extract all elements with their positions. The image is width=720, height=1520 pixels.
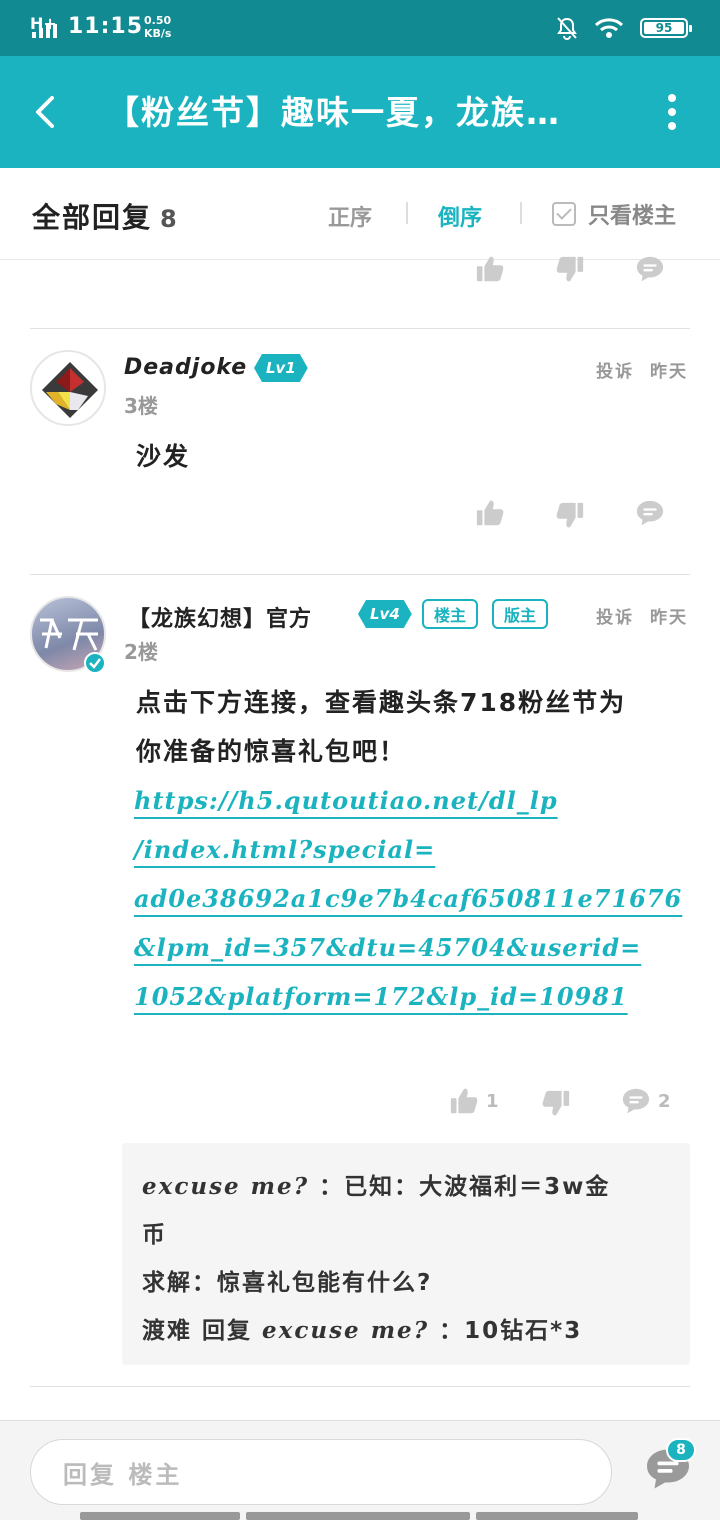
post-time: 昨天 bbox=[650, 362, 688, 382]
app-header: 【粉丝节】趣味一夏，龙族… bbox=[0, 56, 720, 168]
battery-icon: 95 bbox=[640, 18, 692, 38]
status-bar: H+ 11:15 0.50 KB/s 95 bbox=[0, 0, 720, 56]
like-button[interactable] bbox=[474, 254, 506, 284]
more-vertical-icon[interactable] bbox=[664, 94, 680, 130]
only-owner-toggle[interactable]: 只看楼主 bbox=[552, 198, 676, 230]
divider bbox=[30, 1386, 690, 1387]
avatar[interactable] bbox=[30, 350, 106, 426]
username[interactable]: 【龙族幻想】官方 bbox=[128, 601, 312, 633]
thumbs-up-icon bbox=[474, 498, 506, 528]
comment-icon bbox=[634, 254, 666, 284]
network-speed: 0.50 KB/s bbox=[144, 14, 172, 40]
like-button[interactable] bbox=[474, 498, 506, 528]
reply-input[interactable]: 回复 楼主 bbox=[30, 1439, 612, 1505]
reply-count-badge: 8 bbox=[666, 1438, 696, 1462]
signal-icon bbox=[32, 24, 57, 38]
divider bbox=[30, 328, 690, 329]
sort-descending-button[interactable]: 倒序 bbox=[438, 200, 482, 232]
comment-icon bbox=[634, 498, 666, 528]
bottom-bar: 回复 楼主 bbox=[0, 1420, 720, 1520]
link-line[interactable]: 1052&platform=172&lp_id=10981 bbox=[134, 972, 694, 1021]
back-arrow-icon[interactable] bbox=[28, 90, 68, 134]
post-link[interactable]: https://h5.qutoutiao.net/dl_lp /index.ht… bbox=[134, 776, 694, 1021]
moderator-badge: 版主 bbox=[492, 599, 549, 629]
floor-number: 2楼 bbox=[124, 640, 158, 664]
verified-icon bbox=[84, 652, 106, 674]
level-badge: Lv4 bbox=[358, 600, 412, 628]
dislike-button[interactable] bbox=[540, 1088, 572, 1118]
thumbs-up-icon bbox=[448, 1086, 480, 1116]
nav-indicator bbox=[80, 1512, 638, 1520]
checkbox-icon[interactable] bbox=[552, 202, 576, 226]
wifi-icon bbox=[594, 18, 624, 38]
like-button[interactable]: 1 bbox=[448, 1086, 499, 1116]
post-meta: 投诉 昨天 bbox=[596, 357, 688, 382]
post-content: 沙发 bbox=[136, 442, 191, 471]
floor-number: 3楼 bbox=[124, 394, 158, 418]
reply-count: 8 bbox=[160, 205, 179, 233]
post-time: 昨天 bbox=[650, 608, 688, 628]
only-owner-label: 只看楼主 bbox=[588, 204, 677, 229]
battery-level: 95 bbox=[655, 21, 673, 35]
comment-icon bbox=[620, 1086, 652, 1116]
sub-reply[interactable]: excuse me? ：已知：大波福利＝3w金 bbox=[142, 1163, 670, 1211]
link-line[interactable]: &lpm_id=357&dtu=45704&userid= bbox=[134, 923, 694, 972]
post-meta: 投诉 昨天 bbox=[596, 603, 688, 628]
separator bbox=[406, 202, 408, 224]
thumbs-down-icon bbox=[554, 500, 586, 530]
post-content: 点击下方连接，查看趣头条718粉丝节为 你准备的惊喜礼包吧！ bbox=[136, 688, 627, 766]
reply-sort-bar: 全部回复 8 正序 倒序 只看楼主 bbox=[0, 168, 720, 260]
page-title: 【粉丝节】趣味一夏，龙族… bbox=[106, 93, 561, 132]
all-replies-label: 全部回复 8 bbox=[32, 201, 179, 234]
clock: 11:15 bbox=[68, 14, 144, 39]
link-line[interactable]: https://h5.qutoutiao.net/dl_lp bbox=[134, 776, 694, 825]
thumbs-down-icon bbox=[554, 254, 586, 284]
divider bbox=[30, 574, 690, 575]
sub-reply[interactable]: 渡难 回复 excuse me? ：10钻石*3 bbox=[142, 1307, 670, 1355]
report-link[interactable]: 投诉 bbox=[596, 608, 634, 628]
sub-replies[interactable]: excuse me? ：已知：大波福利＝3w金 币 求解：惊喜礼包能有什么? 渡… bbox=[122, 1143, 690, 1365]
comment-button[interactable] bbox=[634, 254, 666, 284]
sort-ascending-button[interactable]: 正序 bbox=[328, 200, 372, 232]
dislike-button[interactable] bbox=[554, 254, 586, 284]
avatar-image bbox=[42, 362, 98, 418]
comment-button[interactable] bbox=[634, 498, 666, 528]
thumbs-up-icon bbox=[474, 254, 506, 284]
link-line[interactable]: ad0e38692a1c9e7b4caf650811e71676 bbox=[134, 874, 694, 923]
comment-count: 2 bbox=[658, 1090, 671, 1112]
owner-badge: 楼主 bbox=[422, 599, 479, 629]
comment-button[interactable]: 2 bbox=[620, 1086, 671, 1116]
like-count: 1 bbox=[486, 1090, 499, 1112]
report-link[interactable]: 投诉 bbox=[596, 362, 634, 382]
sub-reply[interactable]: 求解：惊喜礼包能有什么? bbox=[142, 1259, 670, 1307]
username[interactable]: Deadjoke bbox=[124, 355, 247, 380]
sub-reply-cont: 币 bbox=[142, 1222, 167, 1248]
level-badge: Lv1 bbox=[254, 354, 308, 382]
mute-icon bbox=[557, 17, 577, 40]
thumbs-down-icon bbox=[540, 1088, 572, 1118]
link-line[interactable]: /index.html?special= bbox=[134, 825, 694, 874]
separator bbox=[520, 202, 522, 224]
dislike-button[interactable] bbox=[554, 500, 586, 530]
